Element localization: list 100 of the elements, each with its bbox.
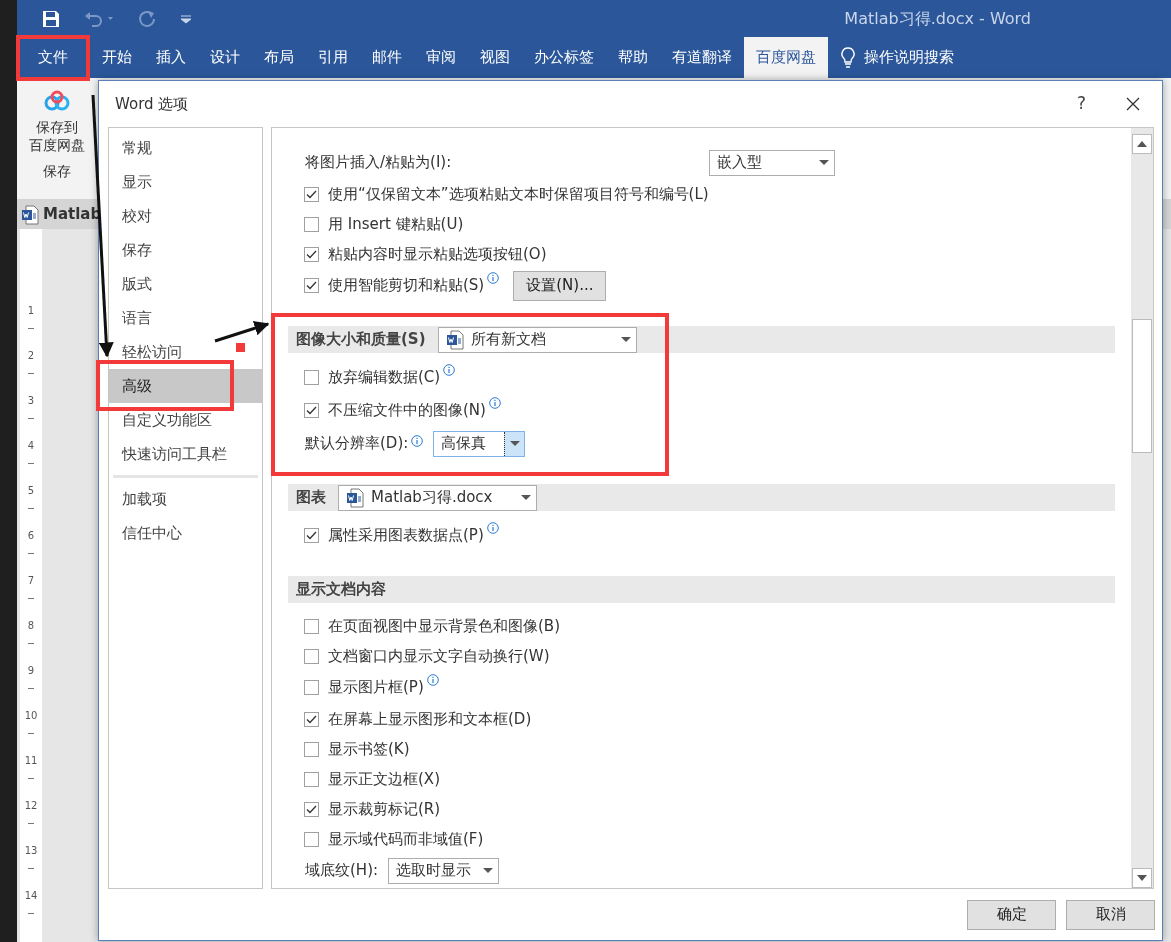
ruler-number: 12	[24, 799, 38, 813]
annotation-mark	[236, 343, 245, 352]
dialog-button[interactable]: 取消	[1066, 899, 1155, 930]
ribbon-tab[interactable]: 引用	[306, 37, 360, 78]
checkbox[interactable]	[304, 618, 319, 634]
option-label: 显示正文边框(X)	[328, 768, 440, 790]
check-icon	[306, 804, 317, 814]
ribbon-tab[interactable]: 设计	[198, 37, 252, 78]
option-label: 属性采用图表数据点(P)	[328, 525, 484, 547]
sidebar-item[interactable]: 版式	[109, 267, 262, 301]
ruler-number: 3	[27, 394, 35, 408]
checkbox[interactable]	[304, 278, 319, 293]
check-icon	[306, 189, 317, 199]
option-label: 粘贴内容时显示粘贴选项按钮(O)	[328, 243, 547, 265]
sidebar-item[interactable]: 保存	[109, 233, 262, 267]
ruler-number: 4	[27, 439, 35, 453]
ribbon-tab[interactable]: 办公标签	[522, 37, 606, 78]
ruler-number: 2	[27, 349, 35, 363]
option-label: 用 Insert 键粘贴(U)	[328, 213, 464, 235]
section-title: 显示文档内容	[296, 579, 386, 601]
dropdown[interactable]: Matlab习得.docx	[338, 484, 537, 511]
dialog-button[interactable]: 确定	[967, 899, 1056, 930]
document-icon	[21, 204, 39, 225]
checkbox[interactable]	[304, 403, 319, 418]
ribbon-tab[interactable]: 百度网盘	[744, 37, 828, 78]
document-icon	[346, 487, 364, 508]
save-to-cloud-button[interactable]: 保存到 百度网盘	[17, 78, 97, 156]
check-icon	[306, 406, 317, 415]
checkbox[interactable]	[304, 831, 319, 847]
ruler-number: 13	[24, 844, 38, 858]
section-title: 图表	[296, 487, 326, 509]
dropdown[interactable]: 选取时显示	[388, 857, 500, 884]
caret-icon	[482, 867, 495, 874]
ribbon-tab[interactable]: 有道翻译	[660, 37, 744, 78]
option-label: 不压缩文件中的图像(N)	[328, 400, 486, 422]
checkbox[interactable]	[304, 246, 319, 262]
redo-icon[interactable]	[138, 9, 156, 28]
customize-icon[interactable]	[180, 13, 192, 24]
check-icon	[306, 714, 317, 724]
sidebar-item[interactable]: 高级	[109, 369, 262, 403]
option-label: 显示图片框(P)	[328, 677, 424, 699]
checkbox[interactable]	[304, 680, 319, 695]
checkbox[interactable]	[304, 741, 319, 757]
save-icon[interactable]	[42, 9, 60, 28]
settings-button[interactable]: 设置(N)...	[513, 270, 607, 301]
checkbox[interactable]	[304, 711, 319, 727]
caret-icon	[508, 440, 521, 447]
option-label: 放弃编辑数据(C)	[328, 367, 441, 389]
option-label: 显示书签(K)	[328, 738, 410, 760]
scroll-up-icon[interactable]	[1137, 141, 1147, 147]
ribbon-tab[interactable]: 邮件	[360, 37, 414, 78]
sidebar-item[interactable]: 信任中心	[109, 516, 262, 550]
document-icon	[445, 329, 464, 350]
check-icon	[306, 249, 317, 259]
close-icon[interactable]	[1126, 97, 1140, 111]
sidebar-item[interactable]: 自定义功能区	[109, 403, 262, 437]
scrollbar[interactable]	[1131, 128, 1153, 888]
sidebar-item[interactable]: 校对	[109, 199, 262, 233]
option-label: 在页面视图中显示背景色和图像(B)	[328, 615, 560, 637]
sidebar-item[interactable]: 快速访问工具栏	[109, 437, 262, 471]
checkbox[interactable]	[304, 528, 319, 543]
scroll-down-icon[interactable]	[1137, 875, 1147, 881]
ruler-number: 11	[24, 754, 38, 768]
ribbon-tab[interactable]: 审阅	[414, 37, 468, 78]
rings-icon	[42, 90, 72, 112]
option-label: 域底纹(H):	[305, 860, 379, 882]
sidebar-item[interactable]: 轻松访问	[109, 335, 262, 369]
checkbox[interactable]	[304, 648, 319, 664]
checkbox[interactable]	[304, 370, 319, 385]
checkbox[interactable]	[304, 216, 319, 232]
dropdown[interactable]: 嵌入型	[709, 149, 835, 176]
ribbon-tab[interactable]: 布局	[252, 37, 306, 78]
sidebar-item[interactable]: 常规	[109, 131, 262, 165]
dropdown[interactable]: 所有新文档	[437, 326, 637, 353]
caret-icon	[619, 336, 632, 343]
check-icon	[306, 281, 317, 290]
dropdown[interactable]: 高保真	[433, 430, 526, 457]
ribbon-tab[interactable]: 插入	[144, 37, 198, 78]
ribbon-tab[interactable]: 视图	[468, 37, 522, 78]
sidebar-item[interactable]: 语言	[109, 301, 262, 335]
ruler-number: 10	[24, 709, 38, 723]
ribbon-tab[interactable]: 帮助	[606, 37, 660, 78]
scrollbar-thumb[interactable]	[1132, 319, 1152, 453]
help-button[interactable]: ?	[1076, 91, 1086, 117]
option-label: 在屏幕上显示图形和文本框(D)	[328, 708, 532, 730]
checkbox[interactable]	[304, 801, 319, 817]
sidebar-item[interactable]: 加载项	[109, 482, 262, 516]
ribbon-tab[interactable]: 开始	[90, 37, 144, 78]
checkbox[interactable]	[304, 186, 319, 202]
search-field[interactable]: 操作说明搜索	[864, 46, 954, 69]
ruler-number: 7	[27, 574, 35, 588]
ruler-number: 9	[27, 664, 35, 678]
check-icon	[306, 531, 317, 540]
lightbulb-icon[interactable]	[840, 46, 856, 69]
ruler-number: 14	[24, 889, 38, 903]
ribbon-tab[interactable]: 文件	[22, 37, 84, 78]
sidebar-item[interactable]: 显示	[109, 165, 262, 199]
checkbox[interactable]	[304, 771, 319, 787]
option-label: 默认分辨率(D):	[305, 433, 409, 455]
undo-icon[interactable]	[84, 9, 114, 28]
